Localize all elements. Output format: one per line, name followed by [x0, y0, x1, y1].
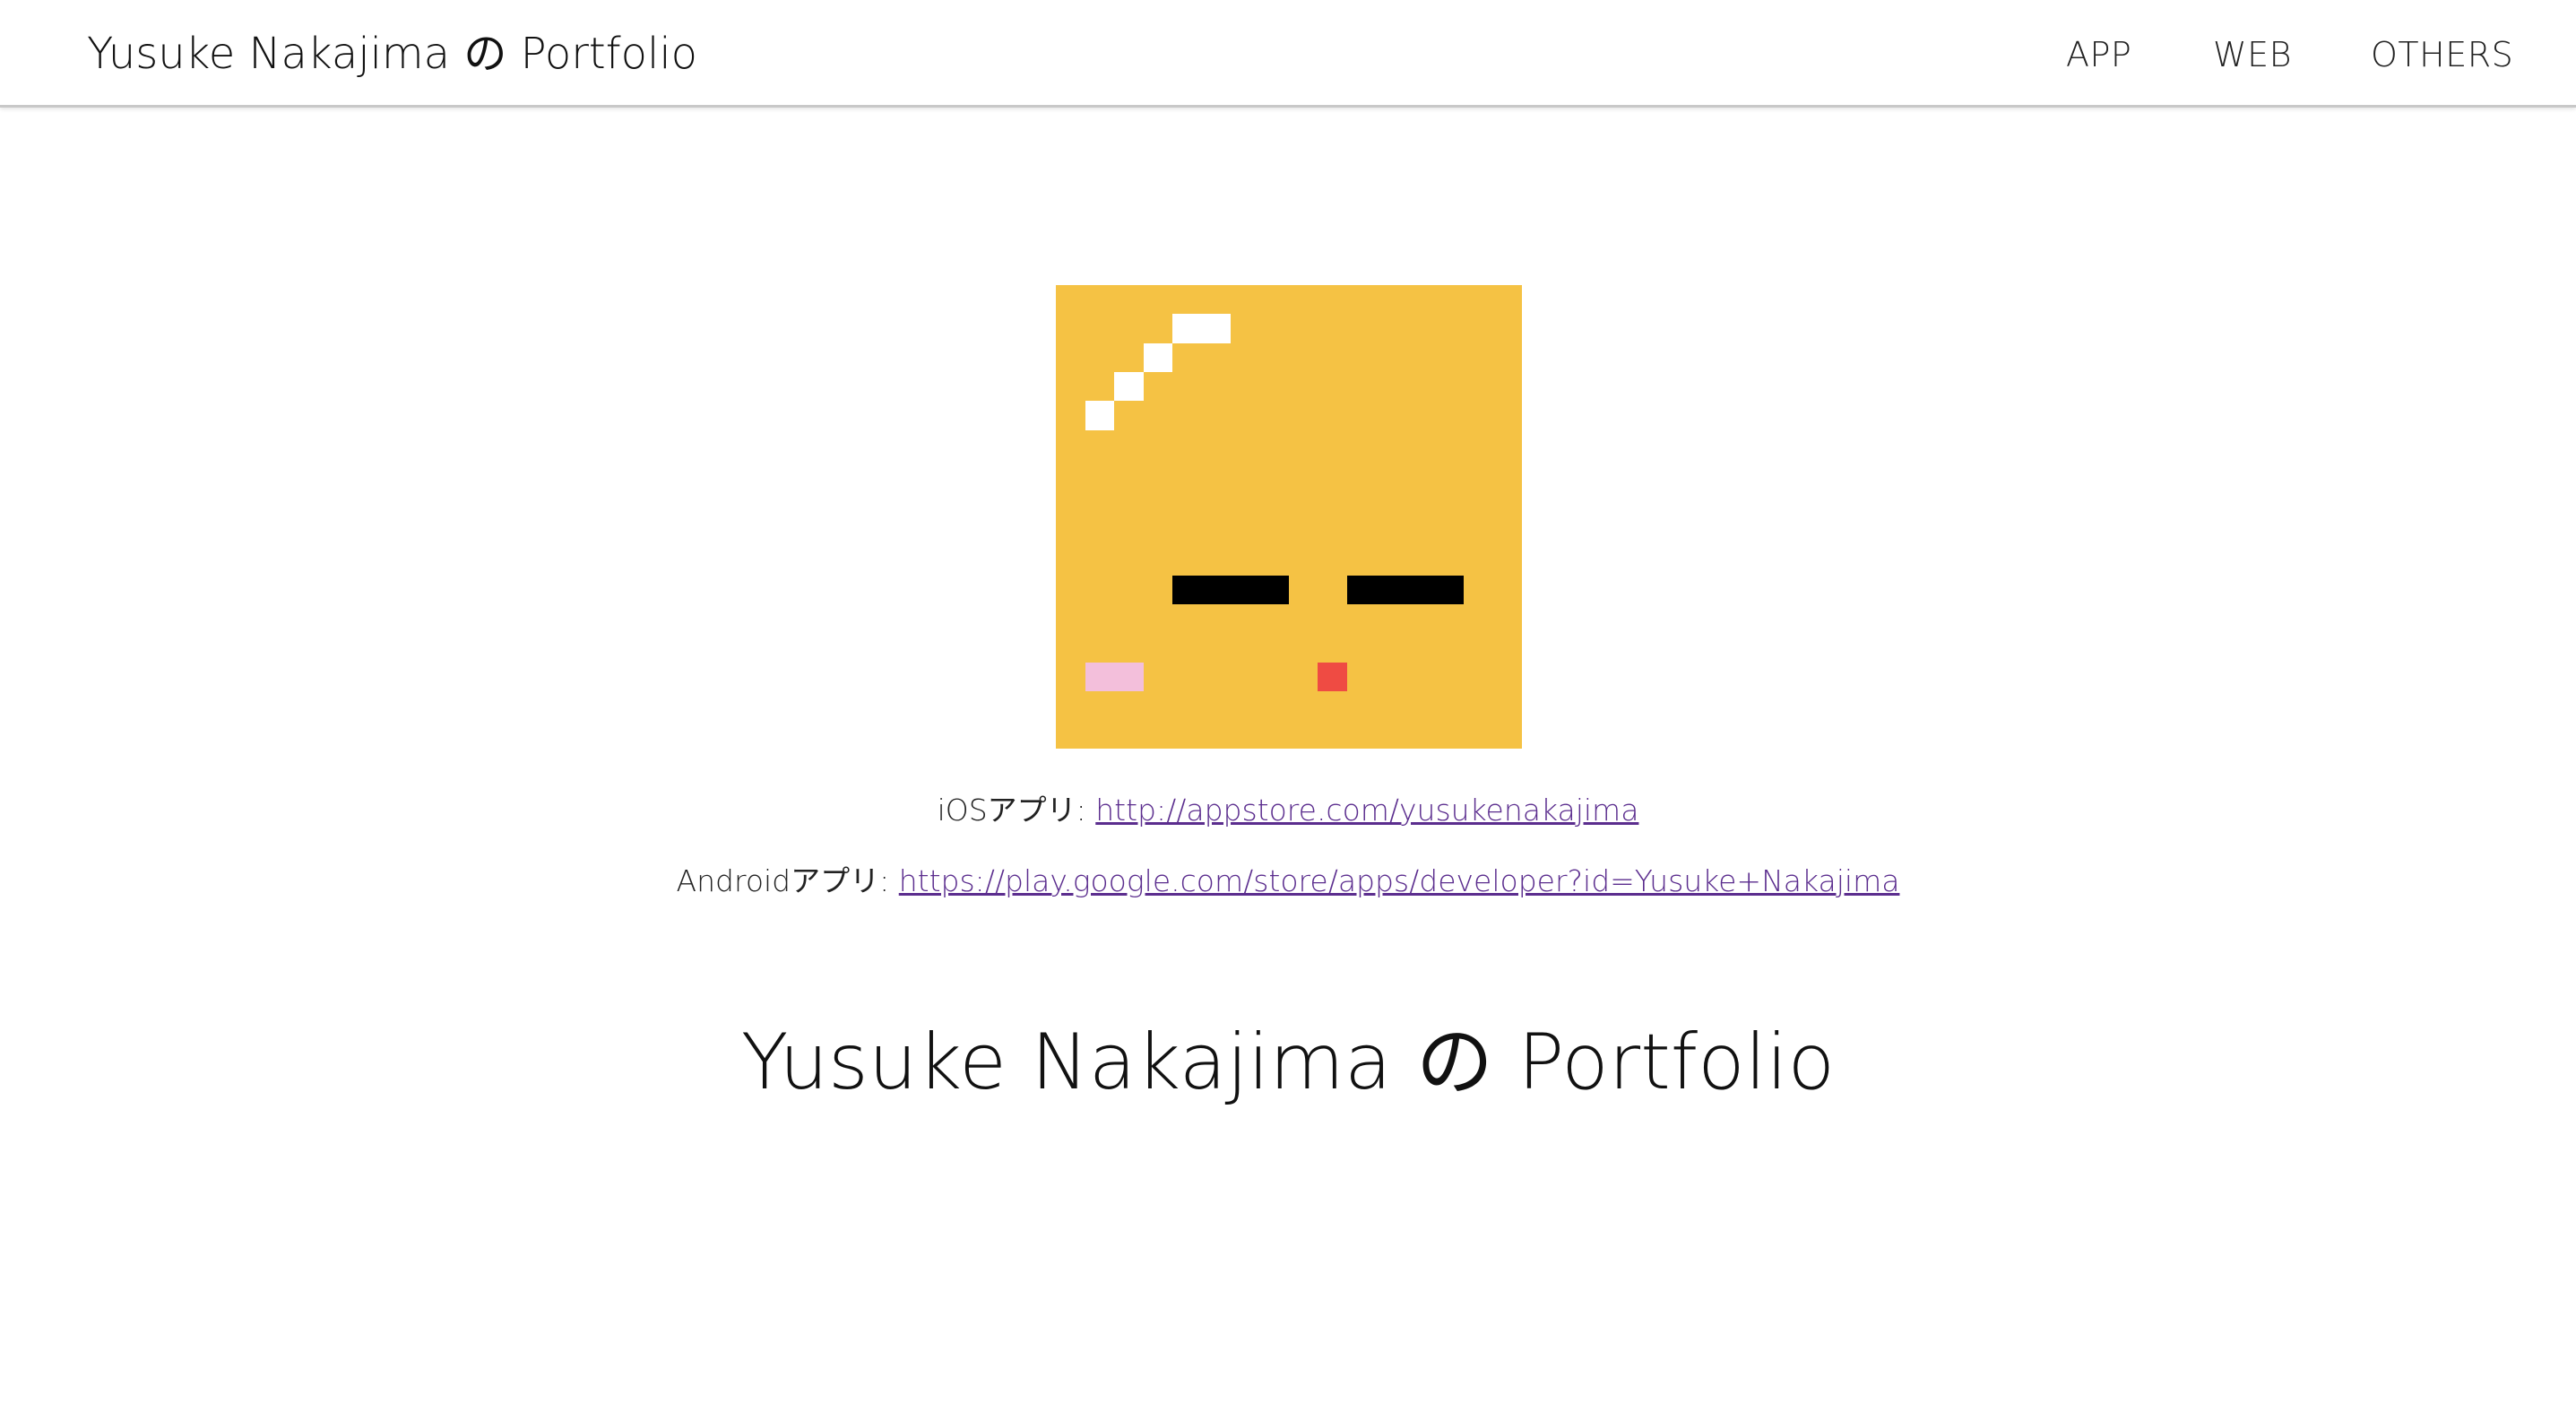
mouth: [1318, 663, 1347, 691]
page-title: Yusuke Nakajima の Portfolio: [740, 1018, 1836, 1107]
brand-link[interactable]: Yusuke Nakajima の Portfolio: [87, 25, 697, 82]
pixel-face-icon: [1056, 285, 1522, 749]
google-play-link[interactable]: https://play.google.com/store/apps/devel…: [899, 863, 1900, 898]
right-eye: [1347, 576, 1464, 604]
android-app-label: Androidアプリ:: [676, 863, 899, 898]
highlight-pixel: [1144, 343, 1172, 372]
nav-others-link[interactable]: OTHERS: [2371, 32, 2513, 77]
highlight-pixel: [1085, 401, 1114, 430]
nav-web-link[interactable]: WEB: [2213, 32, 2292, 77]
ios-app-store-link[interactable]: http://appstore.com/yusukenakajima: [1095, 793, 1638, 828]
ios-app-line: iOSアプリ: http://appstore.com/yusukenakaji…: [0, 791, 2576, 830]
top-navbar: Yusuke Nakajima の Portfolio APP WEB OTHE…: [0, 0, 2576, 108]
cheek: [1085, 663, 1144, 691]
highlight-pixel: [1172, 314, 1231, 343]
nav-app-link[interactable]: APP: [2066, 32, 2131, 77]
ios-app-label: iOSアプリ:: [937, 793, 1096, 828]
left-eye: [1172, 576, 1289, 604]
highlight-pixel: [1114, 372, 1144, 401]
android-app-line: Androidアプリ: https://play.google.com/stor…: [0, 862, 2576, 901]
